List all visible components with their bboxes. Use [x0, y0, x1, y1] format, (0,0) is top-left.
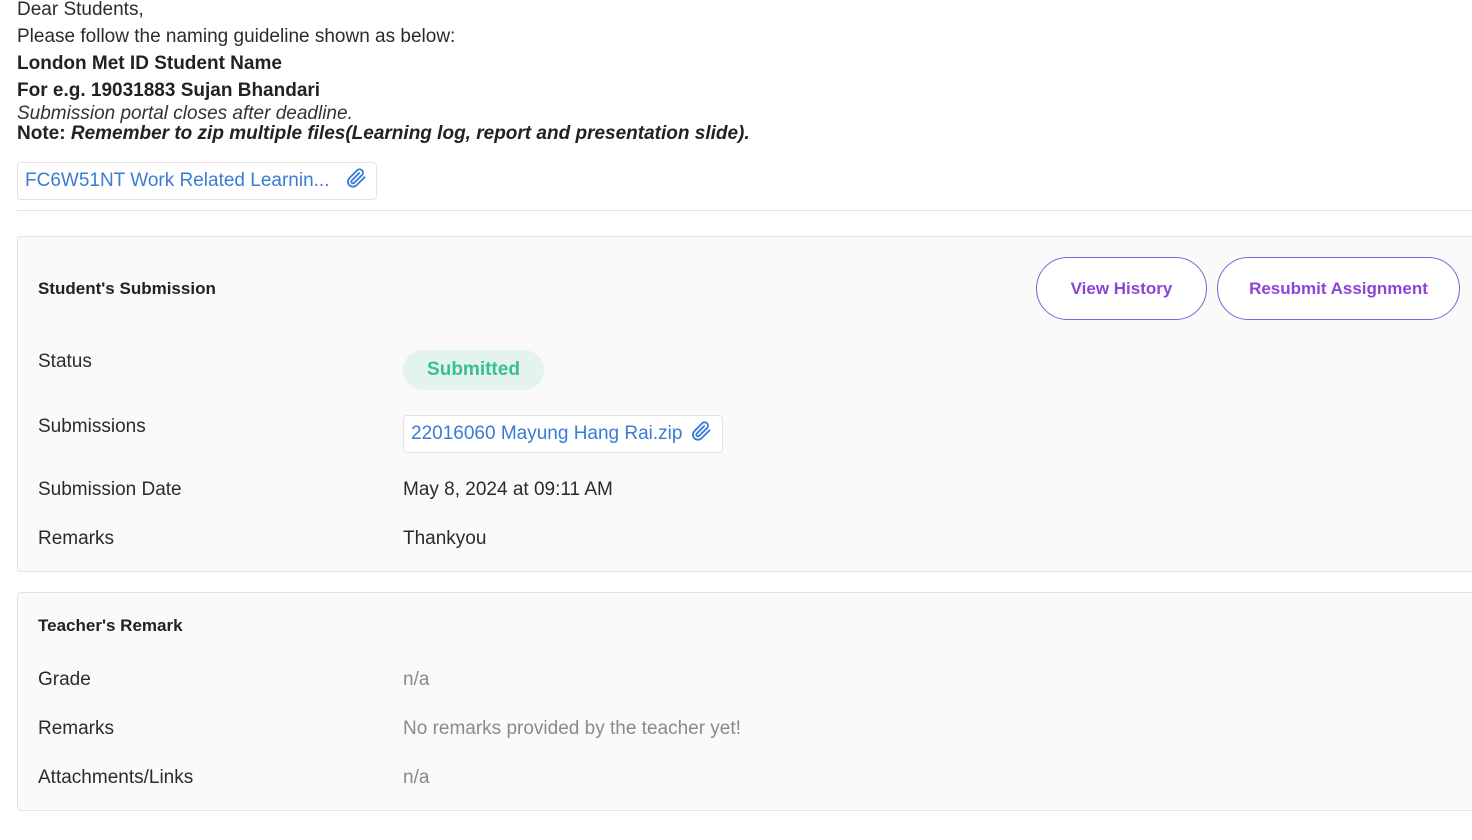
- greeting-text: Dear Students,: [17, 0, 144, 20]
- view-history-button[interactable]: View History: [1036, 257, 1207, 320]
- deadline-text: Submission portal closes after deadline.: [17, 103, 353, 124]
- paperclip-icon: [690, 420, 712, 448]
- student-submission-title: Student's Submission: [38, 279, 216, 298]
- attachments-value: n/a: [403, 767, 430, 788]
- teacher-remark-title: Teacher's Remark: [38, 616, 183, 635]
- note-text: Note: Remember to zip multiple files(Lea…: [17, 124, 1457, 144]
- submissions-label: Submissions: [38, 416, 146, 437]
- assignment-attachment-label: FC6W51NT Work Related Learnin...: [25, 170, 330, 191]
- section-divider: [17, 210, 1472, 211]
- paperclip-icon: [345, 167, 367, 195]
- assignment-attachment-link[interactable]: FC6W51NT Work Related Learnin...: [17, 162, 377, 200]
- status-badge: Submitted: [403, 350, 544, 390]
- grade-label: Grade: [38, 669, 91, 690]
- submission-file-link[interactable]: 22016060 Mayung Hang Rai.zip: [403, 415, 724, 453]
- teacher-remarks-label: Remarks: [38, 718, 115, 739]
- note-body: Remember to zip multiple files(Learning …: [70, 123, 750, 144]
- submission-remarks-value: Thankyou: [403, 528, 487, 549]
- teacher-remarks-value: No remarks provided by the teacher yet!: [403, 718, 741, 739]
- status-label: Status: [38, 351, 92, 372]
- student-submission-card: Student's Submission View History Resubm…: [17, 236, 1472, 572]
- naming-example-text: For e.g. 19031883 Sujan Bhandari: [17, 80, 321, 101]
- assignment-instructions: Dear Students, Please follow the naming …: [17, 0, 1457, 144]
- resubmit-assignment-button[interactable]: Resubmit Assignment: [1217, 257, 1460, 320]
- attachments-label: Attachments/Links: [38, 767, 194, 788]
- teacher-remark-card: Teacher's Remark Grade n/a Remarks No re…: [17, 592, 1472, 811]
- note-label: Note:: [17, 123, 66, 144]
- submission-remarks-label: Remarks: [38, 528, 115, 549]
- assignment-page: Dear Students, Please follow the naming …: [0, 0, 1472, 840]
- submission-date-value: May 8, 2024 at 09:11 AM: [403, 479, 613, 500]
- naming-format-text: London Met ID Student Name: [17, 53, 282, 74]
- submission-date-label: Submission Date: [38, 479, 182, 500]
- grade-value: n/a: [403, 669, 430, 690]
- submission-file-name: 22016060 Mayung Hang Rai.zip: [411, 423, 683, 444]
- guideline-text: Please follow the naming guideline shown…: [17, 26, 456, 47]
